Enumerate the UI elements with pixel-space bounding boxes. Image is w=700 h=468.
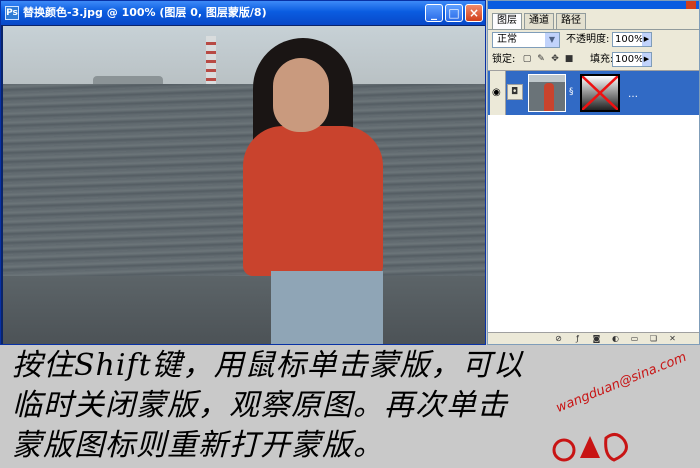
caption-line: 临时关闭蒙版，观察原图。再次单击	[12, 388, 508, 423]
visibility-toggle[interactable]: ◉	[490, 71, 506, 115]
image-canvas[interactable]	[3, 26, 485, 344]
minimize-button[interactable]: _	[425, 4, 443, 22]
document-title: 替换颜色-3.jpg @ 100% (图层 0, 图层蒙版/8)	[23, 6, 267, 19]
layer-list: ◉ ◘ § …	[488, 70, 699, 332]
adjustment-layer-icon[interactable]: ◐	[611, 334, 620, 343]
panel-header[interactable]	[488, 1, 699, 9]
document-window: Ps 替换颜色-3.jpg @ 100% (图层 0, 图层蒙版/8) _ □ …	[0, 0, 486, 345]
new-layer-icon[interactable]: ❏	[649, 334, 658, 343]
new-group-icon[interactable]: ▭	[630, 334, 639, 343]
document-titlebar[interactable]: Ps 替换颜色-3.jpg @ 100% (图层 0, 图层蒙版/8) _ □ …	[1, 1, 485, 25]
tab-layers[interactable]: 图层	[492, 13, 522, 30]
blend-mode-value: 正常	[497, 34, 517, 45]
caption-line: 蒙版图标则重新打开蒙版。	[12, 428, 384, 463]
mask-edit-indicator: ◘	[507, 84, 523, 100]
lock-all-icon[interactable]: ■	[564, 54, 574, 65]
mask-mode-icon: ◘	[511, 87, 519, 97]
link-chain-icon[interactable]: §	[569, 87, 577, 99]
eye-icon: ◉	[492, 87, 501, 98]
opacity-field[interactable]: 100% ▶	[612, 32, 652, 47]
link-layers-icon[interactable]: ⊘	[554, 334, 563, 343]
watermark-seal-icon	[552, 433, 628, 462]
photo-subject-jeans	[271, 271, 383, 344]
tab-channels[interactable]: 通道	[524, 13, 554, 29]
lock-position-icon[interactable]: ✥	[550, 54, 560, 65]
chevron-down-icon: ▼	[545, 33, 559, 47]
photoshop-doc-icon: Ps	[5, 6, 19, 20]
blend-mode-select[interactable]: 正常 ▼	[492, 32, 560, 48]
fill-value: 100%	[615, 54, 644, 65]
watermark-email: wangduan@sina.com	[554, 349, 689, 416]
panel-close-button[interactable]	[686, 1, 696, 9]
author-watermark: wangduan@sina.com	[548, 350, 698, 466]
maximize-button[interactable]: □	[445, 4, 463, 22]
tab-paths[interactable]: 路径	[556, 13, 586, 29]
photo-lighthouse	[206, 36, 216, 84]
add-mask-icon[interactable]: ◙	[592, 334, 601, 343]
photo-subject-shirt	[243, 126, 383, 276]
photo-island	[93, 76, 163, 84]
opacity-label: 不透明度:	[566, 34, 610, 45]
mask-disabled-x-icon	[582, 76, 618, 110]
lock-transparency-icon[interactable]: ▢	[522, 54, 532, 65]
lock-label: 锁定:	[492, 54, 516, 65]
layer-mask-thumbnail[interactable]	[580, 74, 620, 112]
layer-name-ellipsis: …	[628, 89, 638, 100]
layer-style-icon[interactable]: ƒ	[573, 334, 582, 343]
tab-divider	[488, 29, 699, 30]
lock-paint-icon[interactable]: ✎	[536, 54, 546, 65]
delete-layer-icon[interactable]: ✕	[668, 334, 677, 343]
photo-shore	[3, 276, 485, 344]
opacity-slider-arrow-icon[interactable]: ▶	[642, 33, 651, 46]
panel-bottom-toolbar: ⊘ ƒ ◙ ◐ ▭ ❏ ✕	[488, 332, 699, 344]
photo-subject-face	[273, 58, 329, 132]
fill-field[interactable]: 100% ▶	[612, 52, 652, 67]
layer-thumbnail[interactable]	[528, 74, 566, 112]
opacity-value: 100%	[615, 34, 644, 45]
instruction-caption: 按住Shift键，用鼠标单击蒙版，可以 临时关闭蒙版，观察原图。再次单击 蒙版图…	[12, 346, 572, 466]
fill-label: 填充:	[590, 54, 614, 65]
fill-slider-arrow-icon[interactable]: ▶	[642, 53, 651, 66]
layers-panel: 图层 通道 路径 正常 ▼ 不透明度: 100% ▶ 锁定: ▢ ✎ ✥ ■ 填…	[487, 0, 700, 345]
thumbnail-subject	[544, 83, 554, 111]
layer-row[interactable]: ◉ ◘ § …	[488, 71, 699, 115]
caption-line: 按住Shift键，用鼠标单击蒙版，可以	[12, 348, 524, 383]
close-button[interactable]: ×	[465, 4, 483, 22]
photo-sky	[3, 26, 485, 84]
